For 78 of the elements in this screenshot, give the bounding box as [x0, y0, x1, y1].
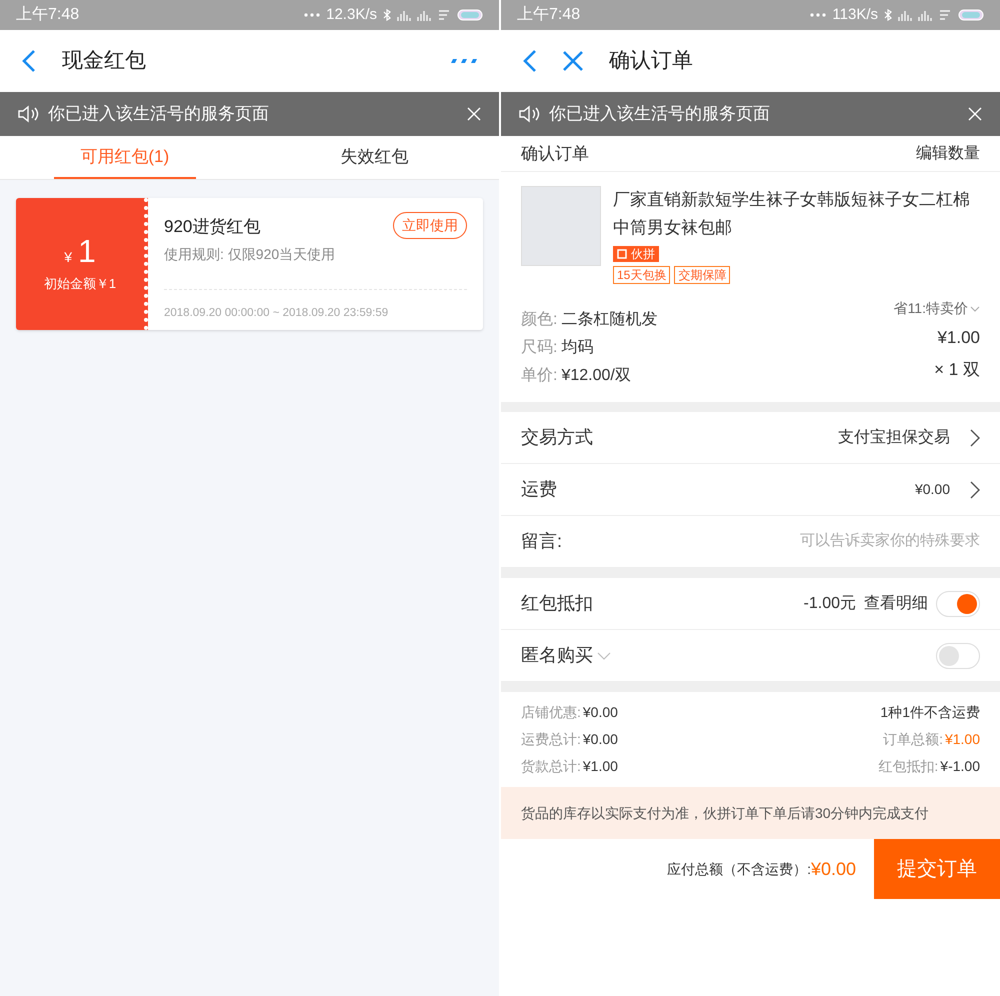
- spec-label: 尺码:: [521, 338, 558, 358]
- battery-icon: [457, 9, 483, 21]
- page-title: 现金红包: [62, 48, 147, 74]
- edit-quantity-button[interactable]: 编辑数量: [916, 142, 980, 166]
- back-icon[interactable]: [22, 49, 36, 73]
- unit-price: ¥1.00: [937, 327, 980, 349]
- bluetooth-icon: [383, 9, 391, 21]
- more-dots-icon: [810, 13, 826, 17]
- summary-value: ¥0.00: [582, 730, 618, 749]
- coupon-rule: 使用规则: 仅限920当天使用: [164, 244, 336, 264]
- service-tag: 15天包换: [613, 266, 670, 284]
- coupon-validity: 2018.09.20 00:00:00 ~ 2018.09.20 23:59:59: [164, 306, 388, 318]
- summary-label: 订单总额:: [883, 730, 943, 749]
- more-icon[interactable]: [449, 58, 477, 64]
- speaker-icon: [18, 105, 40, 123]
- row-label: 运费: [521, 478, 557, 501]
- currency-symbol: ¥: [64, 248, 72, 267]
- signal-icon: [417, 9, 431, 21]
- network-speed: 12.3K/s: [326, 4, 377, 25]
- chevron-down-icon: [597, 652, 611, 660]
- toggle-switch[interactable]: [936, 642, 980, 668]
- wifi-icon: [437, 9, 451, 21]
- tab[interactable]: 失效红包: [304, 136, 445, 179]
- summary-label: 运费总计:: [521, 730, 581, 749]
- wifi-icon: [938, 9, 952, 21]
- speaker-icon: [519, 105, 541, 123]
- network-speed: 113K/s: [832, 4, 878, 25]
- discount-amount: -1.00元: [804, 594, 856, 614]
- view-details-link[interactable]: 查看明细: [864, 592, 928, 616]
- row-label: 留言:: [521, 530, 562, 553]
- bluetooth-icon: [884, 9, 892, 21]
- spec-value: ¥12.00/双: [561, 366, 631, 386]
- coupon-amount: 1: [78, 234, 96, 267]
- row-label: 红包抵扣: [521, 592, 593, 615]
- summary-label: 货款总计:: [521, 757, 581, 776]
- spec-label: 单价:: [521, 366, 558, 386]
- summary-value: ¥0.00: [582, 703, 618, 722]
- coupon-title: 920进货红包: [164, 216, 260, 238]
- more-dots-icon: [304, 13, 320, 17]
- item-count: 1种1件不含运费: [880, 703, 980, 722]
- product-title: 厂家直销新款短学生袜子女韩版短袜子女二杠棉中筒男女袜包邮: [613, 189, 971, 239]
- service-tag: 交期保障: [674, 266, 730, 284]
- option-selector[interactable]: ¥0.00: [914, 479, 980, 500]
- message-input[interactable]: 可以告诉卖家你的特殊要求: [720, 530, 980, 553]
- status-time: 上午7:48: [517, 4, 580, 25]
- spec-value: 均码: [561, 338, 594, 358]
- summary-value: ¥1.00: [944, 730, 980, 749]
- notice-text: 你已进入该生活号的服务页面: [48, 103, 270, 126]
- summary-label: 店铺优惠:: [521, 703, 581, 722]
- signal-icon: [397, 9, 411, 21]
- stock-notice: 货品的库存以实际支付为准，伙拼订单下单后请30分钟内完成支付: [521, 804, 929, 822]
- close-icon[interactable]: [563, 51, 583, 71]
- price-note: 省11:特卖价: [894, 299, 968, 318]
- battery-icon: [958, 9, 984, 21]
- total-label: 应付总额（不含运费）:: [667, 860, 811, 878]
- spec-value: 二条杠随机发: [561, 310, 658, 330]
- status-time: 上午7:48: [16, 4, 80, 25]
- row-label: 匿名购买: [521, 644, 593, 667]
- quantity: × 1 双: [934, 358, 980, 380]
- section-title: 确认订单: [521, 142, 589, 165]
- chevron-down-icon: [970, 306, 980, 312]
- signal-icon: [898, 9, 912, 21]
- summary-value: ¥1.00: [582, 757, 618, 776]
- back-icon[interactable]: [523, 49, 537, 73]
- option-selector[interactable]: 支付宝担保交易: [838, 426, 980, 450]
- signal-icon: [918, 9, 932, 21]
- spec-label: 颜色:: [521, 310, 558, 330]
- page-title: 确认订单: [609, 48, 693, 74]
- notice-text: 你已进入该生活号的服务页面: [549, 103, 771, 126]
- chevron-right-icon: [970, 480, 980, 498]
- initial-amount: 初始金额￥1: [44, 274, 116, 293]
- row-label: 交易方式: [521, 426, 593, 449]
- summary-label: 红包抵扣:: [878, 757, 938, 776]
- total-amount: ¥0.00: [810, 858, 856, 880]
- chevron-right-icon: [970, 428, 980, 446]
- summary-value: ¥-1.00: [940, 757, 980, 776]
- toggle-switch[interactable]: [936, 590, 980, 616]
- group-buy-badge: 伙拼: [613, 246, 659, 262]
